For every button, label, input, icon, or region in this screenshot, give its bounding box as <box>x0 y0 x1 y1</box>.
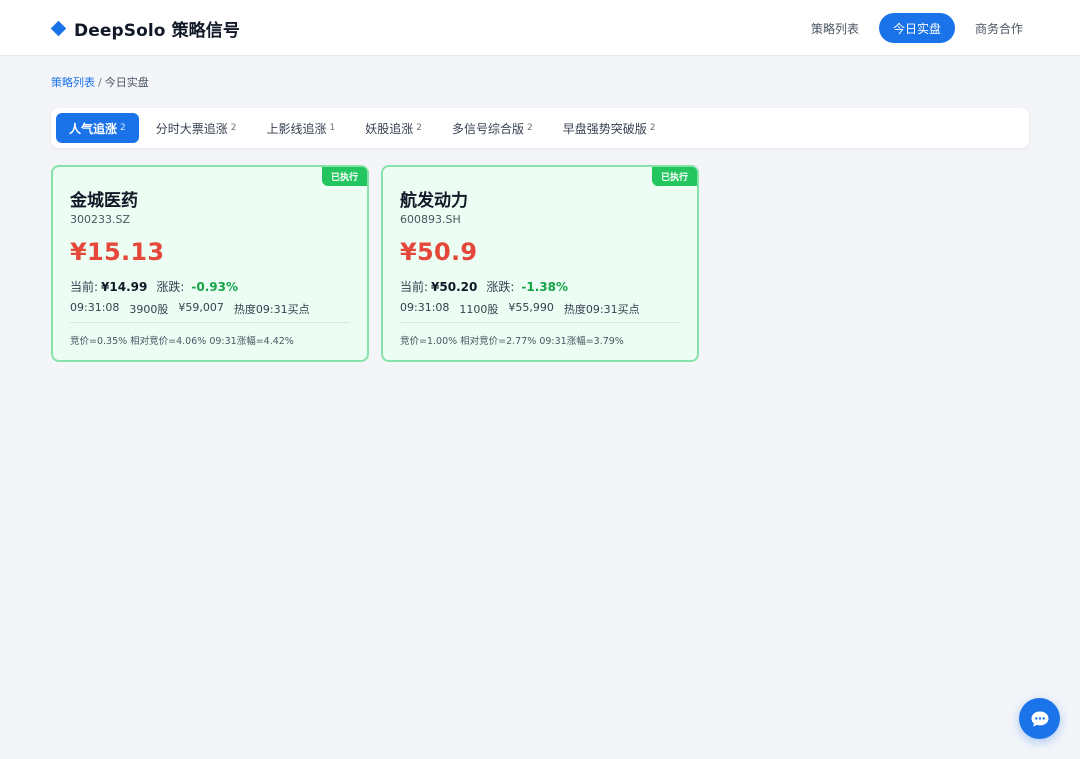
tab-label: 分时大票追涨 <box>155 121 228 136</box>
signal-card[interactable]: 已执行 金城医药 300233.SZ ¥15.13 当前: ¥14.99 涨跌:… <box>51 165 369 362</box>
current-price: ¥50.20 <box>431 280 478 294</box>
trade-time: 09:31:08 <box>70 301 120 314</box>
change-label: 涨跌: <box>156 280 185 294</box>
change-percent: -0.93% <box>191 280 239 294</box>
tab-morning-breakout[interactable]: 早盘强势突破版 2 <box>550 113 669 143</box>
main-nav: 策略列表 今日实盘 商务合作 <box>805 13 1029 43</box>
trade-details: 09:31:08 1100股 ¥55,990 热度09:31买点 <box>400 301 640 317</box>
current-price: ¥14.99 <box>101 280 148 294</box>
trade-amount: ¥55,990 <box>508 301 554 314</box>
stock-code: 600893.SH <box>400 213 461 226</box>
tab-count: 2 <box>527 123 533 133</box>
brand[interactable]: DeepSolo 策略信号 <box>50 16 240 41</box>
chat-bubble-icon <box>1031 711 1048 727</box>
breadcrumb-current: 今日实盘 <box>104 76 149 89</box>
trade-tag: 热度09:31买点 <box>563 303 640 316</box>
diamond-icon <box>50 20 67 36</box>
tab-label: 上影线追涨 <box>266 121 327 136</box>
tab-multi-signal[interactable]: 多信号综合版 2 <box>439 113 546 143</box>
strategy-tabs: 人气追涨 2 分时大票追涨 2 上影线追涨 1 妖股追涨 2 多信号综合版 2 … <box>51 108 1029 148</box>
current-label: 当前: <box>400 280 429 294</box>
trade-time: 09:31:08 <box>400 301 450 314</box>
tab-label: 早盘强势突破版 <box>562 121 647 136</box>
change-label: 涨跌: <box>486 280 515 294</box>
tab-count: 2 <box>120 123 126 133</box>
tab-count: 1 <box>329 123 336 133</box>
breadcrumb-separator: / <box>98 76 102 89</box>
top-navbar: DeepSolo 策略信号 策略列表 今日实盘 商务合作 <box>0 0 1080 56</box>
signal-note: 竞价=1.00% 相对竞价=2.77% 09:31涨幅=3.79% <box>400 336 624 347</box>
tab-popular-chase[interactable]: 人气追涨 2 <box>56 113 139 143</box>
price-row: 当前: ¥14.99 涨跌: -0.93% <box>70 278 238 295</box>
tab-count: 2 <box>416 123 422 133</box>
trade-details: 09:31:08 3900股 ¥59,007 热度09:31买点 <box>70 301 310 317</box>
nav-strategy-list[interactable]: 策略列表 <box>805 13 865 43</box>
trade-tag: 热度09:31买点 <box>233 303 310 316</box>
card-divider <box>400 322 680 323</box>
current-label: 当前: <box>70 280 99 294</box>
chat-button[interactable] <box>1019 698 1060 739</box>
brand-title: DeepSolo 策略信号 <box>74 20 240 41</box>
nav-today-live[interactable]: 今日实盘 <box>878 13 955 43</box>
signal-card[interactable]: 已执行 航发动力 600893.SH ¥50.9 当前: ¥50.20 涨跌: … <box>381 165 699 362</box>
trade-shares: 1100股 <box>459 303 499 316</box>
signal-note: 竞价=0.35% 相对竞价=4.06% 09:31涨幅=4.42% <box>70 336 294 347</box>
tab-count: 2 <box>649 123 656 133</box>
tab-demon-stock-chase[interactable]: 妖股追涨 2 <box>352 113 435 143</box>
breadcrumb: 策略列表 / 今日实盘 <box>51 74 149 90</box>
tab-count: 2 <box>230 123 237 133</box>
price-row: 当前: ¥50.20 涨跌: -1.38% <box>400 278 568 295</box>
tab-label: 妖股追涨 <box>365 121 414 136</box>
nav-business[interactable]: 商务合作 <box>969 13 1029 43</box>
signal-price: ¥15.13 <box>70 238 165 266</box>
tab-intraday-bigcap-chase[interactable]: 分时大票追涨 2 <box>143 113 250 143</box>
status-badge: 已执行 <box>651 167 697 186</box>
trade-amount: ¥59,007 <box>178 301 224 314</box>
tab-label: 多信号综合版 <box>452 121 525 136</box>
tab-label: 人气追涨 <box>69 121 118 136</box>
breadcrumb-link-strategy-list[interactable]: 策略列表 <box>51 76 95 89</box>
status-badge: 已执行 <box>321 167 367 186</box>
signal-price: ¥50.9 <box>400 238 478 266</box>
stock-code: 300233.SZ <box>70 213 131 226</box>
change-percent: -1.38% <box>521 280 569 294</box>
stock-name: 航发动力 <box>400 191 468 211</box>
trade-shares: 3900股 <box>129 303 169 316</box>
stock-name: 金城医药 <box>70 191 138 211</box>
card-divider <box>70 322 350 323</box>
tab-upper-shadow-chase[interactable]: 上影线追涨 1 <box>254 113 349 143</box>
